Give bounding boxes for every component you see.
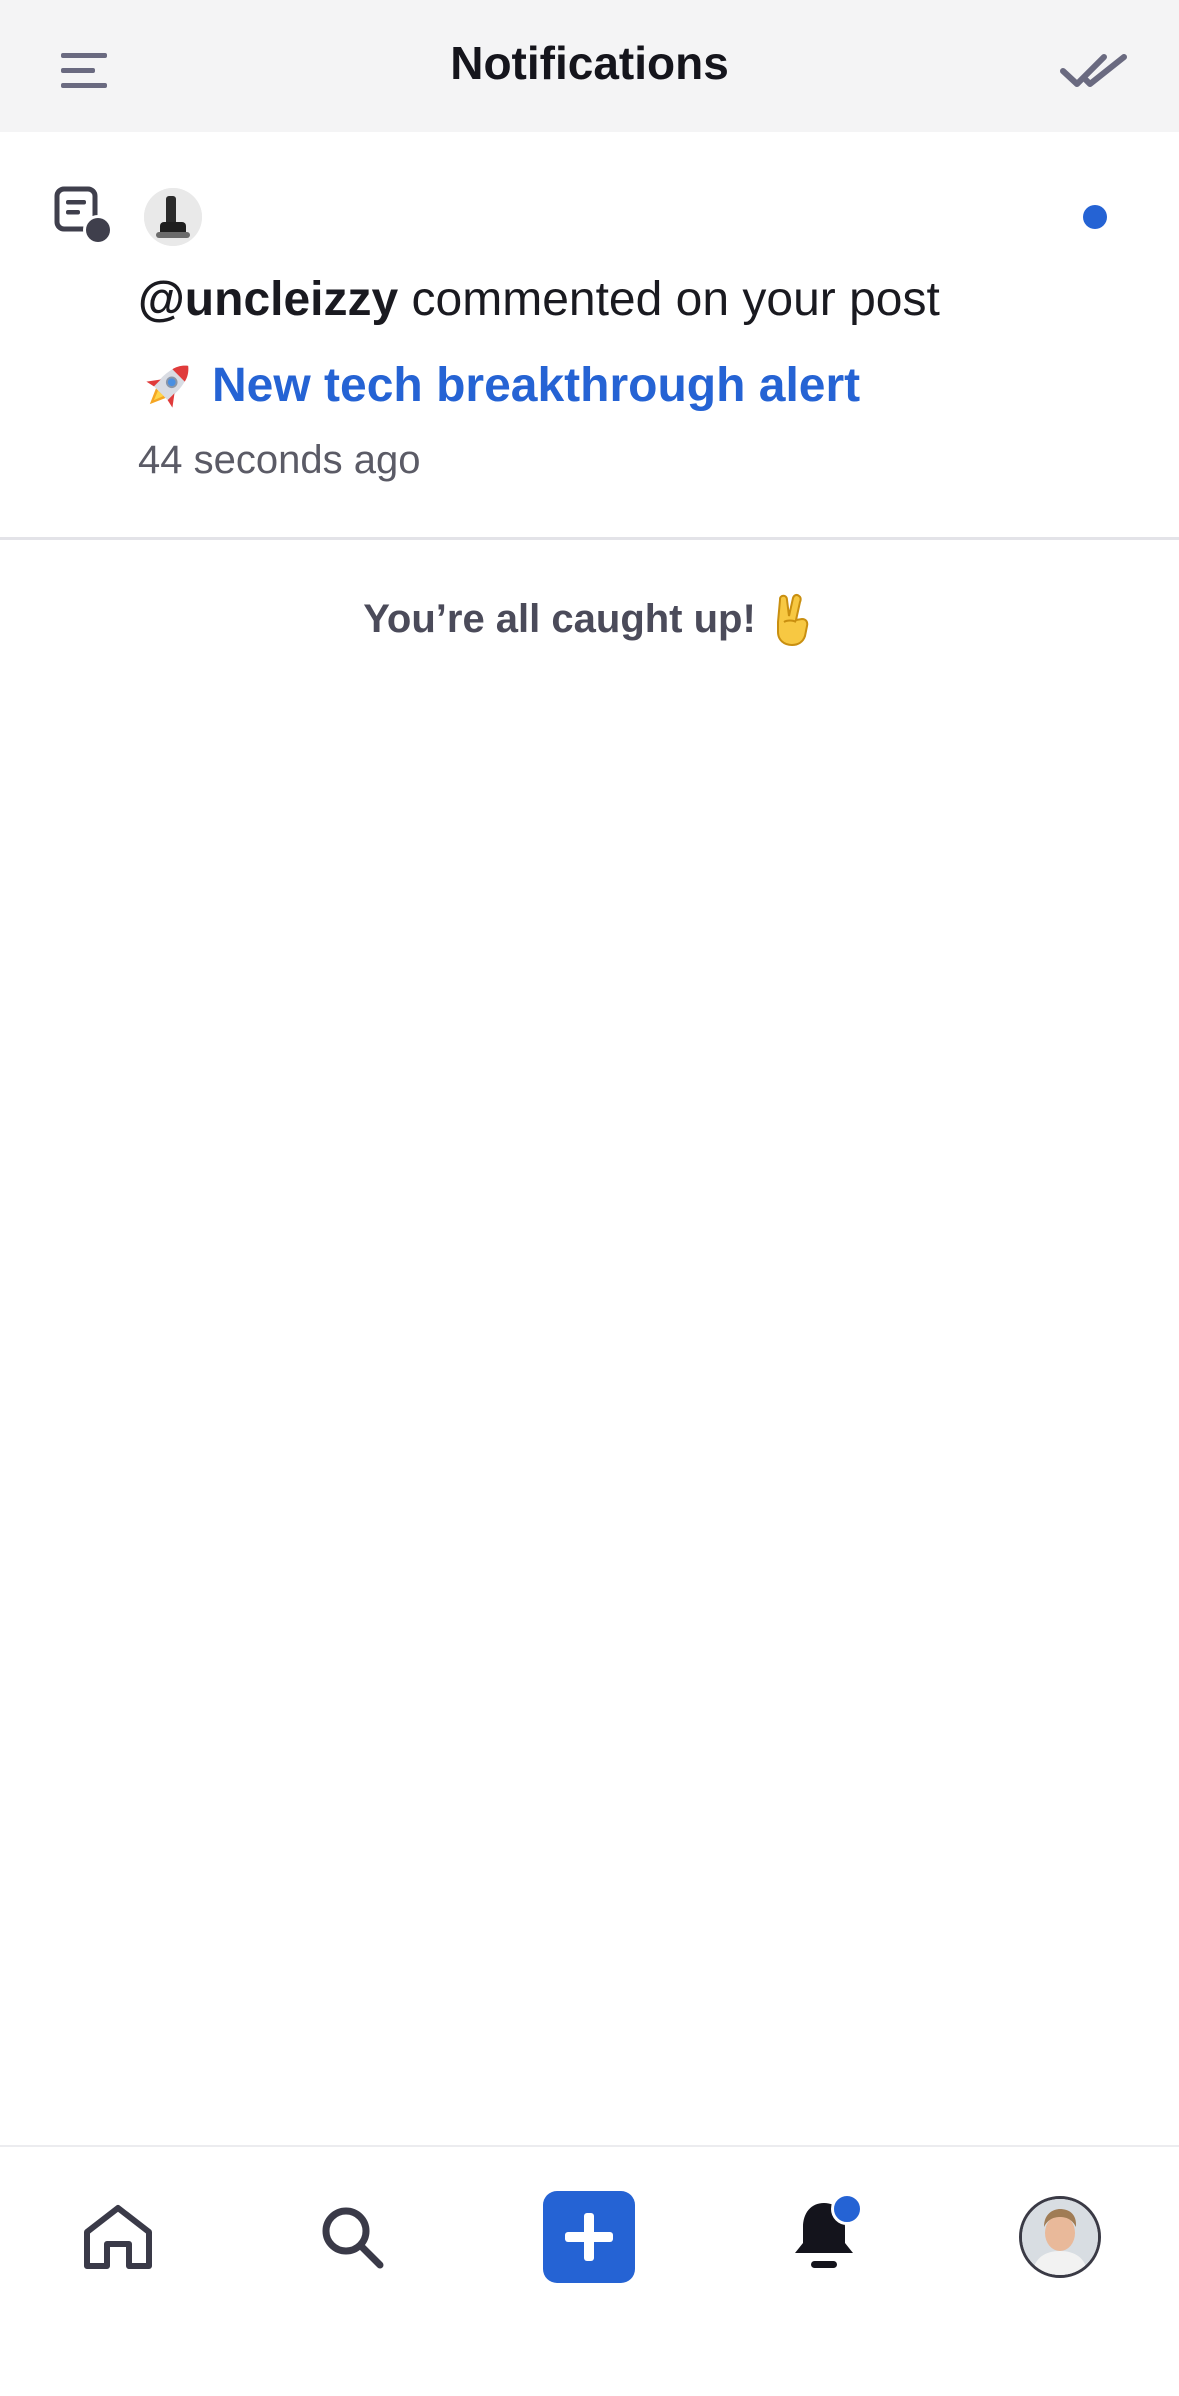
notification-badge — [831, 2193, 863, 2225]
double-check-icon — [1060, 54, 1127, 87]
nav-home-button[interactable] — [68, 2187, 168, 2287]
nav-create-button[interactable] — [539, 2187, 639, 2287]
all-caught-up-message: You’re all caught up! — [0, 592, 1179, 646]
rocket-emoji — [146, 365, 189, 408]
notifications-screen: Notifications @uncleizzy commented on yo… — [0, 0, 1179, 2396]
nav-profile-button[interactable] — [1010, 2187, 1110, 2287]
home-icon — [84, 2205, 152, 2269]
user-avatar[interactable] — [144, 188, 202, 246]
caught-up-text: You’re all caught up! — [363, 596, 756, 641]
user-handle[interactable]: @uncleizzy — [138, 273, 398, 326]
post-link[interactable]: New tech breakthrough alert — [138, 354, 860, 416]
mark-all-read-button[interactable] — [1049, 36, 1139, 106]
notification-timestamp: 44 seconds ago — [138, 438, 421, 482]
nav-notifications-button[interactable] — [774, 2187, 874, 2287]
notification-message: @uncleizzy commented on your post — [138, 272, 940, 327]
victory-hand-emoji — [776, 593, 809, 646]
bottom-navigation — [0, 2145, 1179, 2396]
page-title: Notifications — [450, 37, 729, 89]
plus-icon — [565, 2213, 613, 2261]
create-button-box — [543, 2191, 635, 2283]
nav-search-button[interactable] — [302, 2187, 402, 2287]
profile-avatar — [1019, 2196, 1101, 2278]
notification-item[interactable]: @uncleizzy commented on your post New te… — [0, 132, 1179, 540]
unread-indicator — [1083, 205, 1107, 229]
top-bar: Notifications — [0, 0, 1179, 132]
notification-action: commented on your post — [398, 273, 940, 326]
search-icon — [322, 2207, 384, 2269]
comment-post-icon — [54, 186, 113, 245]
post-title: New tech breakthrough alert — [212, 358, 861, 412]
